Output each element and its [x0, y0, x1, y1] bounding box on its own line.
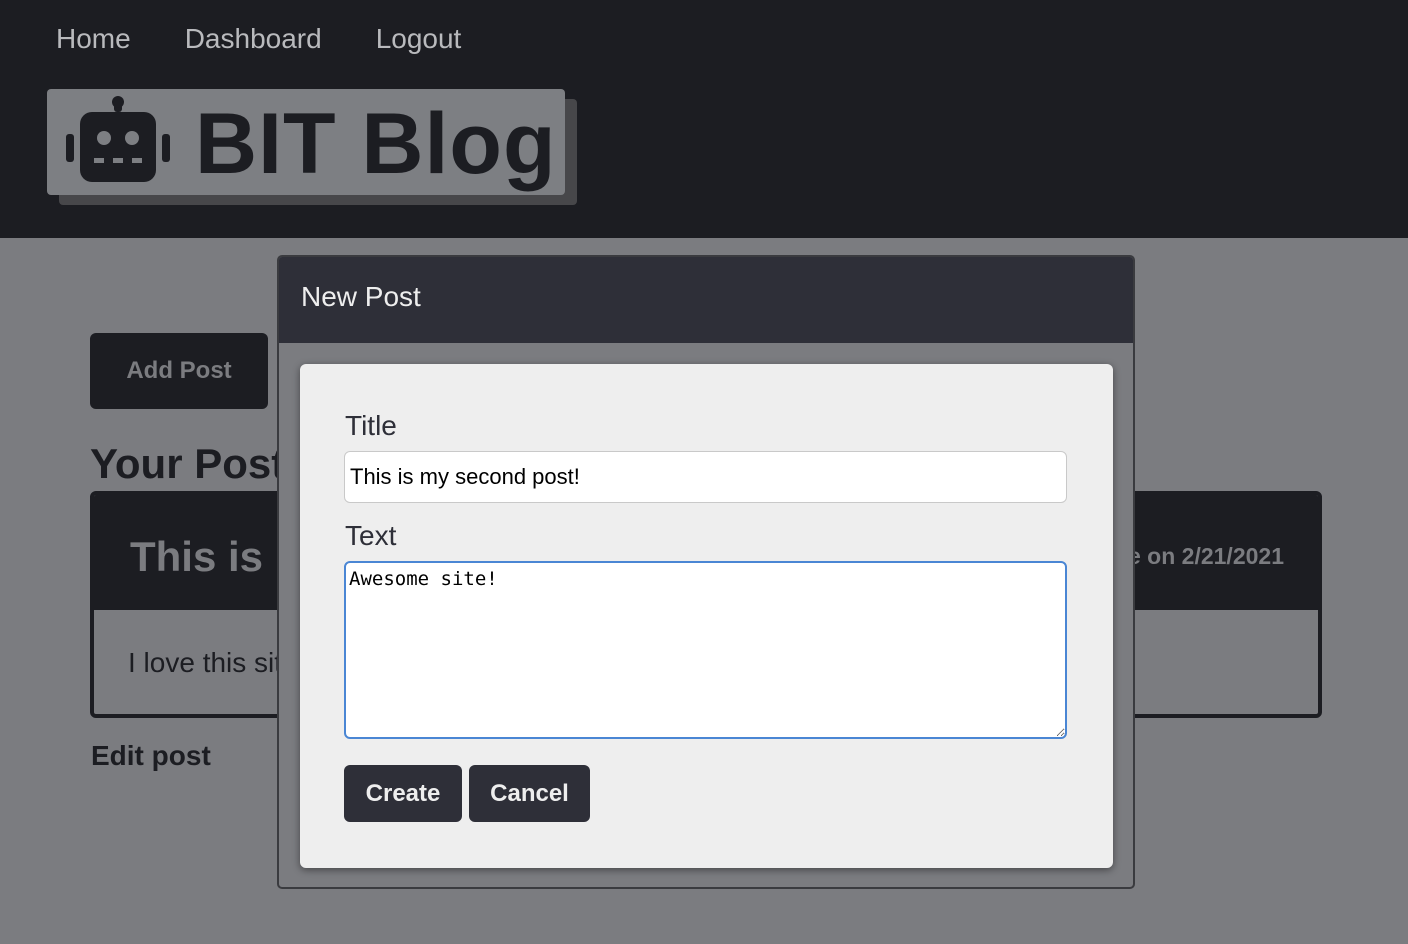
logo-box: BIT Blog	[47, 89, 565, 195]
top-nav: Home Dashboard Logout	[56, 20, 515, 58]
new-post-modal: New Post Title Text Awesome site! Create…	[277, 255, 1135, 889]
nav-dashboard-link[interactable]: Dashboard	[185, 20, 322, 58]
site-logo[interactable]: BIT Blog	[47, 89, 577, 205]
modal-header: New Post	[279, 257, 1133, 343]
site-header: Home Dashboard Logout BIT Blog	[0, 0, 1408, 238]
nav-home-link[interactable]: Home	[56, 20, 131, 58]
nav-logout-link[interactable]: Logout	[376, 20, 462, 58]
text-textarea[interactable]: Awesome site!	[344, 561, 1067, 739]
new-post-form: Title Text Awesome site! Create Cancel	[300, 364, 1113, 868]
text-label: Text	[345, 520, 397, 551]
create-button[interactable]: Create	[344, 765, 462, 822]
your-posts-heading: Your Posts	[90, 440, 309, 487]
title-input[interactable]	[344, 451, 1067, 503]
edit-post-link[interactable]: Edit post	[91, 740, 211, 772]
robot-icon	[63, 94, 173, 190]
logo-text: BIT Blog	[195, 96, 557, 192]
title-label: Title	[345, 410, 397, 441]
add-post-button[interactable]: Add Post	[90, 333, 268, 409]
cancel-button[interactable]: Cancel	[469, 765, 590, 822]
modal-title: New Post	[301, 281, 421, 312]
